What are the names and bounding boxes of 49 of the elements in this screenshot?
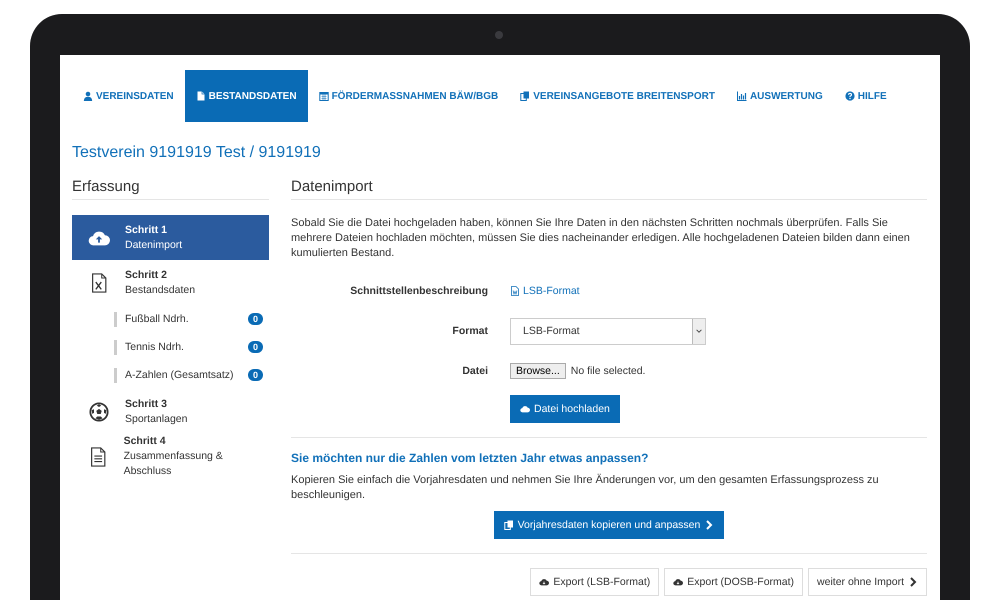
nav-tab[interactable]: AUSWERTUNG bbox=[726, 70, 834, 122]
field-label: Format bbox=[451, 325, 489, 337]
copy-icon bbox=[504, 520, 514, 530]
copy-heading: Sie möchten nur die Zahlen vom letzten Jahr etwas anpassen? bbox=[291, 451, 650, 465]
field-label: Datei bbox=[461, 365, 489, 377]
cloud-download-icon bbox=[673, 577, 684, 587]
help-icon bbox=[844, 91, 855, 101]
nav-tab[interactable]: FÖRDERMASSNAHMEN BÄW/BGB bbox=[308, 70, 510, 122]
camera-icon bbox=[495, 31, 503, 39]
footer-button[interactable]: Export (DOSB-Format) bbox=[664, 568, 804, 596]
nav-tab[interactable]: VEREINSDATEN bbox=[72, 70, 185, 122]
nav-tab[interactable]: HILFE bbox=[834, 70, 898, 122]
cloud-download-icon bbox=[539, 577, 550, 587]
count-badge: 0 bbox=[248, 313, 263, 325]
football-icon bbox=[88, 402, 110, 422]
footer-button[interactable]: Export (LSB-Format) bbox=[530, 568, 660, 596]
section-heading: Datenimport bbox=[291, 178, 927, 200]
step-item[interactable]: Schritt 4 Zusammenfassung & Abschluss bbox=[72, 434, 269, 479]
sub-step-item[interactable]: A-Zahlen (Gesamtsatz) 0 bbox=[114, 361, 269, 389]
chevron-right-icon bbox=[908, 577, 918, 587]
file-icon bbox=[196, 91, 206, 101]
step-item[interactable]: Schritt 1 Datenimport bbox=[72, 215, 269, 260]
chevron-right-icon bbox=[704, 520, 714, 530]
calendar-icon bbox=[318, 91, 329, 101]
browse-button[interactable]: Browse... bbox=[510, 363, 566, 379]
count-badge: 0 bbox=[248, 369, 263, 381]
sub-step-item[interactable]: Fußball Ndrh. 0 bbox=[114, 305, 269, 333]
copy-icon bbox=[520, 91, 530, 101]
cloud-download-icon bbox=[520, 404, 530, 414]
file-status: No file selected. bbox=[570, 365, 646, 377]
upload-button[interactable]: Datei hochladen bbox=[510, 395, 620, 423]
bar-chart-icon bbox=[736, 91, 747, 101]
sub-step-item[interactable]: Tennis Ndrh. 0 bbox=[114, 333, 269, 361]
copy-button[interactable]: Vorjahresdaten kopieren und anpassen bbox=[494, 511, 724, 539]
word-document-icon bbox=[510, 286, 520, 296]
step-item[interactable]: Schritt 3 Sportanlagen bbox=[72, 389, 269, 434]
step-item[interactable]: Schritt 2 Bestandsdaten bbox=[72, 260, 269, 305]
field-label: Schnittstellenbeschreibung bbox=[349, 285, 489, 297]
intro-text: Sobald Sie die Datei hochgeladen haben, können Sie Ihre Daten in den nächsten Schritten nochmals überprüfen. Falls Sie mehrere Dateien hochladen möchten, müssen Sie dies nacheinander erledigen. Alle hochgeladenen Dateien bilden dann einen kumulierten Bestand. bbox=[291, 216, 911, 261]
page-title: Testverein 9191919 Test / 9191919 bbox=[72, 144, 322, 162]
sidebar-heading: Erfassung bbox=[72, 178, 269, 200]
nav-tab[interactable]: VEREINSANGEBOTE BREITENSPORT bbox=[509, 70, 726, 122]
user-icon bbox=[83, 91, 93, 101]
nav-tab[interactable]: BESTANDSDATEN bbox=[184, 70, 308, 122]
count-badge: 0 bbox=[248, 341, 263, 353]
format-link[interactable]: LSB-Format bbox=[510, 285, 580, 297]
format-select[interactable]: LSB-Format bbox=[510, 318, 706, 344]
copy-text: Kopieren Sie einfach die Vorjahresdaten und nehmen Sie Ihre Änderungen vor, um den gesamten Erfassungsprozess zu beschleunigen. bbox=[291, 473, 880, 503]
footer-button[interactable]: weiter ohne Import bbox=[808, 568, 927, 596]
